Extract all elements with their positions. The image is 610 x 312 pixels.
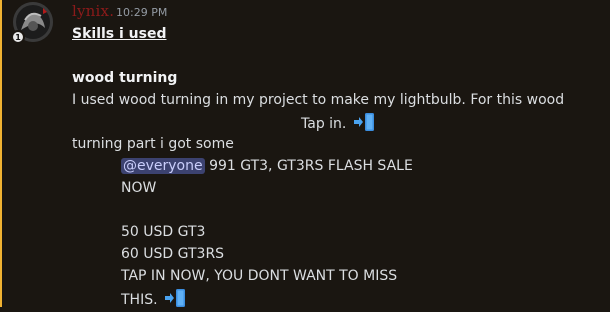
one-badge-icon: 1 — [11, 30, 25, 44]
arrow-right-emoji-icon — [164, 289, 186, 312]
username[interactable]: lynix. — [72, 2, 114, 20]
sale-text: 991 GT3, GT3RS FLASH SALE — [209, 158, 413, 174]
price-gt3: 50 USD GT3 — [121, 224, 206, 240]
paragraph-line-2: turning part i got some — [72, 136, 234, 152]
timestamp: 10:29 PM — [116, 6, 168, 19]
sale-line: @everyone 991 GT3, GT3RS FLASH SALE — [121, 157, 413, 175]
this-line: THIS. — [121, 289, 186, 312]
tap-in-now-text: TAP IN NOW, YOU DONT WANT TO MISS — [121, 268, 398, 284]
tap-in-line: Tap in. — [301, 113, 375, 136]
tap-in-text: Tap in. — [301, 116, 347, 132]
paragraph-line-1: I used wood turning in my project to mak… — [72, 92, 565, 108]
arrow-right-emoji-icon — [353, 113, 375, 136]
now-text: NOW — [121, 180, 157, 196]
everyone-mention[interactable]: @everyone — [121, 158, 205, 174]
avatar[interactable]: 1 — [11, 2, 53, 44]
section-title: wood turning — [72, 70, 178, 86]
price-gt3rs: 60 USD GT3RS — [121, 246, 225, 262]
mention-highlight-bar — [0, 0, 2, 307]
this-text: THIS. — [121, 292, 158, 308]
message-heading: Skills i used — [72, 26, 167, 42]
